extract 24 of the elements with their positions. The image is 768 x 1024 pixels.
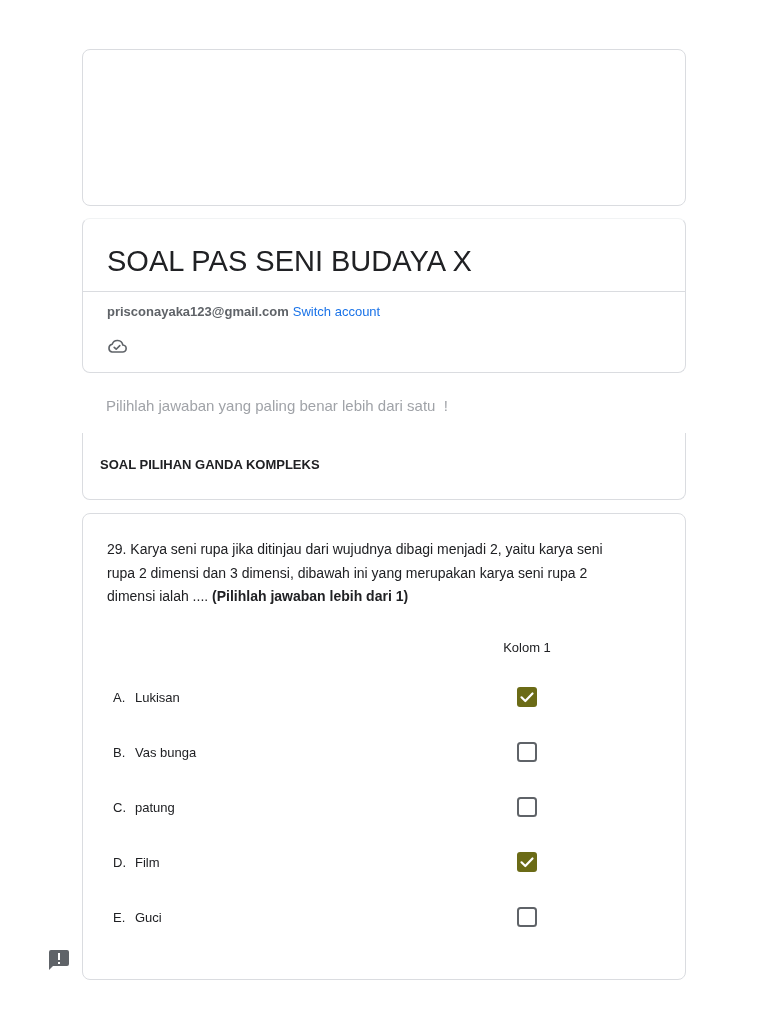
- option-label: Guci: [135, 909, 163, 925]
- account-email: prisconayaka123@gmail.com: [107, 303, 289, 321]
- checkbox[interactable]: [517, 797, 537, 817]
- option-label: Film: [135, 854, 161, 870]
- checkbox-checked[interactable]: [517, 852, 537, 872]
- checkbox[interactable]: [517, 742, 537, 762]
- option-label: Lukisan: [135, 689, 181, 705]
- question-text: 29. Karya seni rupa jika ditinjau dari wujudnya dibagi menjadi 2, yaitu karya seni rupa 2 dimensi dan 3 dimensi, dibawah ini yang merupakan karya seni rupa 2 dimensi ialah .... (Pilihlah jawaban lebih dari 1): [107, 540, 604, 606]
- column-header: Kolom 1: [502, 639, 552, 655]
- cloud-saved-icon: [107, 339, 127, 353]
- form-description: Pilihlah jawaban yang paling benar lebih dari satu !: [105, 396, 449, 416]
- feedback-icon[interactable]: [49, 950, 69, 970]
- option-label: patung: [135, 799, 176, 815]
- option-letter: E.: [112, 909, 127, 925]
- form-title: SOAL PAS SENI BUDAYA X: [107, 244, 473, 279]
- option-letter: C.: [112, 799, 127, 815]
- option-letter: D.: [112, 854, 127, 870]
- checkbox[interactable]: [517, 907, 537, 927]
- section-title: SOAL PILIHAN GANDA KOMPLEKS: [100, 457, 320, 472]
- switch-account-link[interactable]: Switch account: [292, 302, 381, 322]
- option-letter: A.: [112, 689, 127, 705]
- option-label: Vas bunga: [135, 744, 198, 760]
- option-letter: B.: [112, 744, 127, 760]
- checkbox-checked[interactable]: [517, 687, 537, 707]
